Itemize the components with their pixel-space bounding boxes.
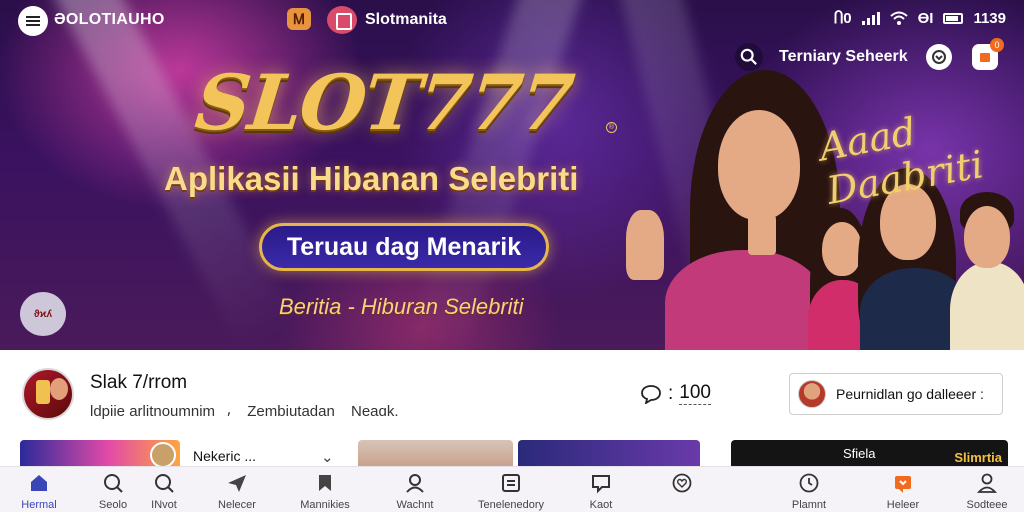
gift-icon[interactable] <box>926 44 952 70</box>
card-title: Sfiela <box>843 446 876 461</box>
search-icon[interactable] <box>735 43 763 71</box>
meta-separator: ⸴ <box>227 403 232 420</box>
nav-label: Wachnt <box>396 499 434 511</box>
chat-icon <box>641 384 661 404</box>
card-title[interactable]: Nekeric ... <box>193 448 256 464</box>
content-card[interactable] <box>358 440 513 468</box>
bookmark-icon[interactable] <box>327 6 357 34</box>
hero-cta-button[interactable]: Teruau dag Menarik <box>259 223 549 271</box>
document-icon <box>502 474 520 492</box>
nav-label: Sodteee <box>966 499 1008 511</box>
nav-label: Hermal <box>21 499 57 511</box>
nav-watch[interactable]: Wachnt <box>380 471 450 511</box>
hero-subtitle: Aplikasii Hibanan Selebriti <box>164 160 579 197</box>
message-icon <box>895 476 911 493</box>
hamburger-icon <box>26 16 40 26</box>
nav-helper[interactable]: Heleer <box>868 471 938 511</box>
person-icon <box>406 474 424 493</box>
battery-icon <box>943 12 964 24</box>
nav-label: Heleer <box>886 499 920 511</box>
hero-logo-badge[interactable]: ϑϰʎ <box>20 292 66 336</box>
search-placeholder: Terniary Seheerk <box>779 48 908 65</box>
channel-name[interactable]: Slak 7/rrom <box>90 372 187 394</box>
status-bar: Ⴖ0 ϴΙ 1139 <box>833 9 1006 28</box>
expand-icon[interactable]: ⌄ <box>321 448 334 466</box>
count-value: 100 <box>679 382 711 405</box>
nav-send[interactable]: Nelecer <box>202 471 272 511</box>
clock-icon <box>799 473 819 493</box>
comment-count[interactable]: : 100 <box>640 382 711 405</box>
signal-icon <box>861 11 880 25</box>
nav-label: Tenelenedory <box>477 499 545 511</box>
nav-label: Mannikies <box>300 499 350 511</box>
content-card[interactable] <box>518 440 700 468</box>
home-icon <box>31 475 47 491</box>
channel-meta: Ɩdpiie arlitnoumnim ⸴ Zembiutadan Neaɑk. <box>90 401 411 421</box>
clock-time: 1139 <box>973 9 1006 27</box>
content-card[interactable] <box>20 440 180 468</box>
channel-meta-item: Neaɑk. <box>351 403 399 420</box>
follower-avatar <box>798 380 826 408</box>
nav-favorites[interactable] <box>647 471 717 499</box>
nav-home[interactable]: Hermal <box>4 471 74 511</box>
bell-icon <box>980 53 990 62</box>
nav-invite[interactable]: INvot <box>129 471 199 511</box>
nav-plan[interactable]: Plamnt <box>774 471 844 511</box>
chat-icon <box>592 475 610 494</box>
bookmark-icon <box>319 475 331 491</box>
wifi-icon <box>889 11 908 25</box>
nav-label: Kaot <box>589 499 613 511</box>
nav-bookmarks[interactable]: Mannikies <box>290 471 360 511</box>
nav-label: Nelecer <box>218 499 256 511</box>
notification-count: 0 <box>990 38 1004 52</box>
follow-button[interactable]: Peurnidlan go dalleeer : <box>789 373 1003 415</box>
count-separator: : <box>668 382 674 404</box>
content-card[interactable]: Sfiela Slimrtia <box>731 440 1008 468</box>
battery-level: ϴΙ <box>917 9 934 27</box>
app-title: Slotmanita <box>365 11 447 28</box>
bottom-navigation: Hermal Seolo INvot Nelecer Mannikies Wac… <box>0 466 1024 512</box>
notification-button[interactable]: 0 <box>972 38 1004 70</box>
nav-label: INvot <box>151 499 177 511</box>
tab-app-icon[interactable]: Ꮇ <box>287 8 311 30</box>
status-indicators: Ⴖ0 <box>833 10 852 27</box>
search-bar[interactable]: Terniary Seheerk <box>735 40 925 74</box>
nav-chat[interactable]: Kaot <box>566 471 636 511</box>
channel-meta-item: Ɩdpiie arlitnoumnim <box>90 403 216 420</box>
channel-profile: Slak 7/rrom Ɩdpiie arlitnoumnim ⸴ Zembiut… <box>0 352 1024 438</box>
channel-meta-item: Zembiutadan <box>247 403 335 420</box>
follow-label: Peurnidlan go dalleeer : <box>836 386 984 402</box>
app-screen: ƏOLOTIAUHO Ꮇ Slotmanita Ⴖ0 ϴΙ 1139 Terni… <box>0 0 1024 512</box>
registered-icon: ® <box>606 122 617 133</box>
search-icon <box>155 474 174 493</box>
channel-avatar[interactable] <box>22 368 74 420</box>
card-avatar <box>150 442 176 468</box>
menu-button[interactable] <box>18 6 48 36</box>
nav-profile[interactable]: Sodteee <box>952 471 1022 511</box>
profile-icon <box>976 473 998 493</box>
hero-banner[interactable]: ƏOLOTIAUHO Ꮇ Slotmanita Ⴖ0 ϴΙ 1139 Terni… <box>0 0 1024 350</box>
heart-icon <box>672 473 692 493</box>
nav-directory[interactable]: Tenelenedory <box>476 471 546 511</box>
app-brand: ƏOLOTIAUHO <box>54 11 165 28</box>
send-icon <box>228 475 246 492</box>
hero-title: SLOT777 <box>191 58 577 147</box>
nav-label: Plamnt <box>791 499 827 511</box>
card-brand: Slimrtia <box>954 450 1002 465</box>
hero-tagline: Beritia - Hiburan Selebriti <box>279 294 524 319</box>
search-icon <box>104 474 123 493</box>
